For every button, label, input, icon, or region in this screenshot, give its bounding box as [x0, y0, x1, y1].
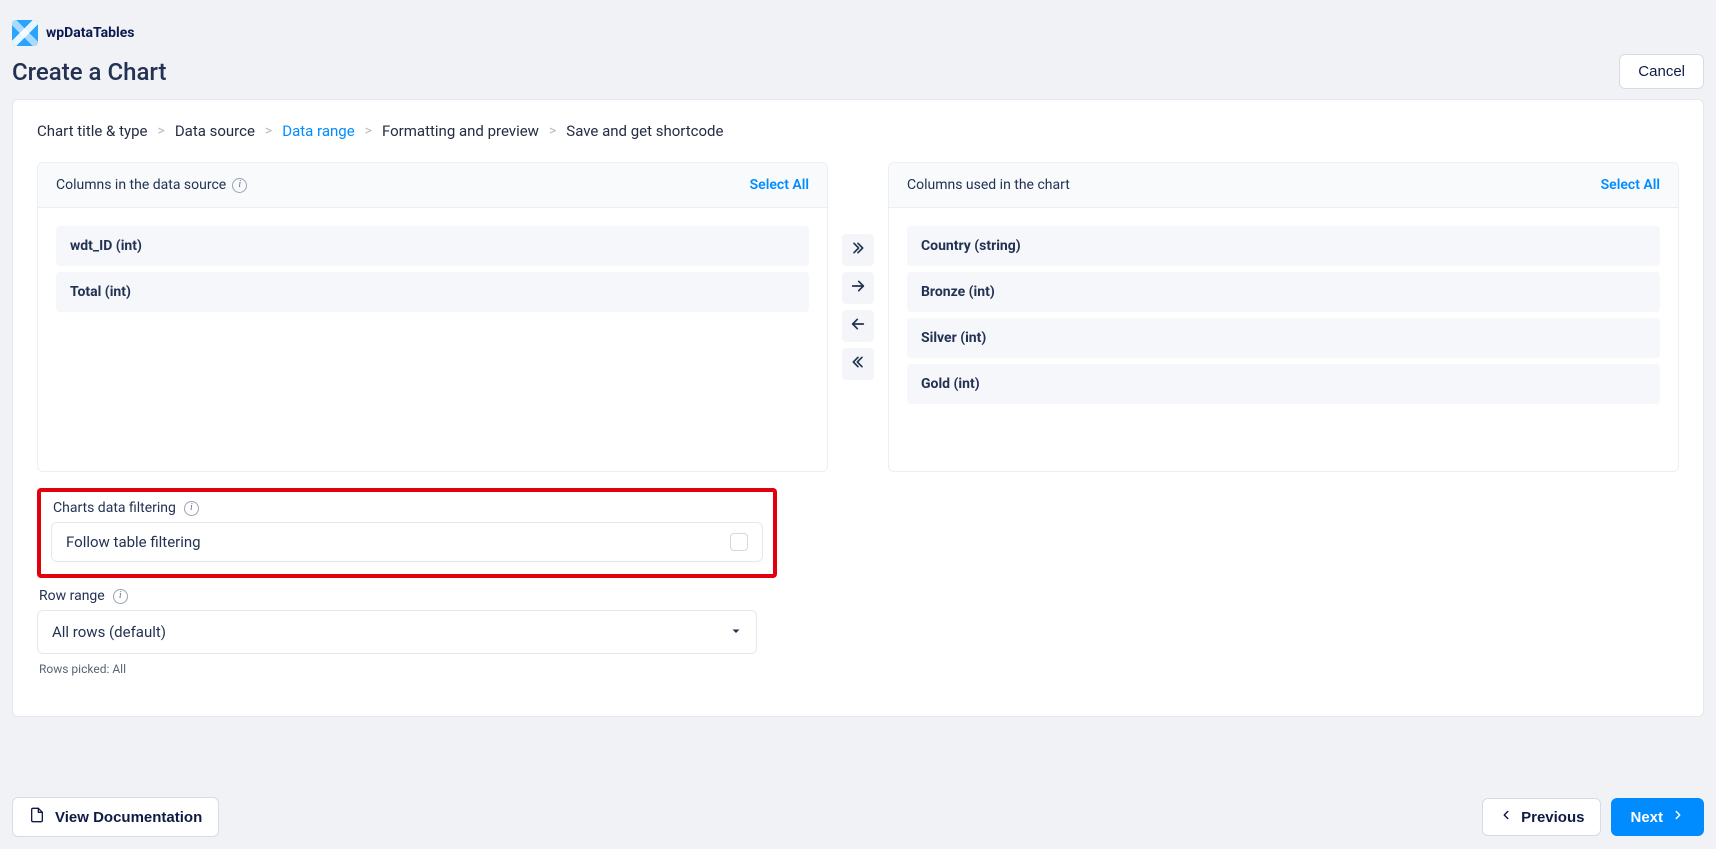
row-range-title: Row range [39, 588, 105, 604]
row-range-section: Row range All rows (default) Rows picked… [37, 588, 757, 676]
used-column-item[interactable]: Silver (int) [907, 318, 1660, 358]
next-button-label: Next [1630, 809, 1663, 826]
chevron-right-icon [1671, 808, 1685, 826]
chevron-left-icon [1499, 808, 1513, 826]
view-documentation-button[interactable]: View Documentation [12, 797, 219, 837]
brand: wpDataTables [12, 0, 1704, 50]
used-select-all-button[interactable]: Select All [1601, 177, 1660, 193]
chevron-right-icon: > [157, 123, 164, 139]
double-chevron-right-icon [850, 240, 866, 260]
cancel-button-label: Cancel [1638, 63, 1685, 80]
source-select-all-button[interactable]: Select All [750, 177, 809, 193]
breadcrumb-step-save[interactable]: Save and get shortcode [566, 122, 723, 140]
follow-table-filtering-row[interactable]: Follow table filtering [51, 522, 763, 562]
move-right-button[interactable] [842, 272, 874, 304]
follow-table-filtering-label: Follow table filtering [66, 533, 201, 551]
used-column-item[interactable]: Gold (int) [907, 364, 1660, 404]
page-title: Create a Chart [12, 58, 166, 86]
follow-table-filtering-checkbox[interactable] [730, 533, 748, 551]
cancel-button[interactable]: Cancel [1619, 54, 1704, 89]
source-column-item[interactable]: Total (int) [56, 272, 809, 312]
double-chevron-left-icon [850, 354, 866, 374]
previous-button[interactable]: Previous [1482, 798, 1601, 836]
move-all-left-button[interactable] [842, 348, 874, 380]
wizard-panel: Chart title & type > Data source > Data … [12, 99, 1704, 717]
chevron-right-icon: > [365, 123, 372, 139]
charts-data-filtering-section: Charts data filtering Follow table filte… [37, 488, 777, 578]
move-all-right-button[interactable] [842, 234, 874, 266]
used-columns-box: Columns used in the chart Select All Cou… [888, 162, 1679, 472]
breadcrumb-step-data-source[interactable]: Data source [175, 122, 255, 140]
caret-down-icon [730, 623, 742, 641]
used-columns-title: Columns used in the chart [907, 177, 1070, 193]
filtering-title: Charts data filtering [53, 500, 176, 516]
info-icon[interactable] [113, 589, 128, 604]
row-range-selected-value: All rows (default) [52, 623, 166, 641]
arrow-right-icon [850, 278, 866, 298]
source-columns-box: Columns in the data source Select All wd… [37, 162, 828, 472]
source-columns-title: Columns in the data source [56, 177, 226, 193]
arrow-left-icon [850, 316, 866, 336]
source-column-item[interactable]: wdt_ID (int) [56, 226, 809, 266]
previous-button-label: Previous [1521, 809, 1584, 826]
breadcrumb-step-data-range[interactable]: Data range [282, 122, 354, 140]
rows-picked-label: Rows picked: All [37, 654, 757, 676]
brand-logo-icon [12, 20, 38, 46]
used-column-item[interactable]: Country (string) [907, 226, 1660, 266]
row-range-select[interactable]: All rows (default) [37, 610, 757, 654]
column-move-controls [828, 162, 888, 380]
breadcrumb-step-formatting[interactable]: Formatting and preview [382, 122, 539, 140]
document-icon [29, 807, 45, 827]
move-left-button[interactable] [842, 310, 874, 342]
brand-name: wpDataTables [46, 25, 134, 41]
used-column-item[interactable]: Bronze (int) [907, 272, 1660, 312]
next-button[interactable]: Next [1611, 798, 1704, 836]
breadcrumb-step-title-type[interactable]: Chart title & type [37, 122, 147, 140]
chevron-right-icon: > [549, 123, 556, 139]
info-icon[interactable] [184, 501, 199, 516]
chevron-right-icon: > [265, 123, 272, 139]
breadcrumb: Chart title & type > Data source > Data … [37, 100, 1679, 162]
info-icon[interactable] [232, 178, 247, 193]
view-documentation-label: View Documentation [55, 809, 202, 826]
